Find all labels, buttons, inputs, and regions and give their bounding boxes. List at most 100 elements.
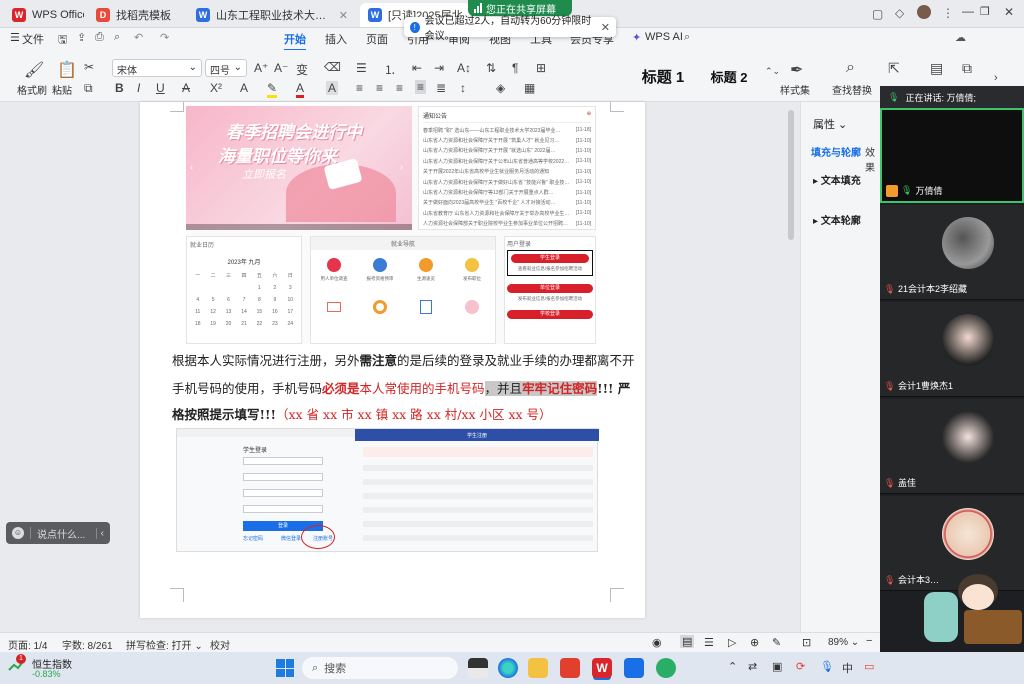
tab-docer-templates[interactable]: D 找稻壳模板	[88, 3, 184, 27]
restore-icon[interactable]: ❐	[980, 5, 990, 18]
find-replace-button[interactable]: 查找替换	[832, 82, 872, 97]
style-heading-2[interactable]: 标题 2	[700, 60, 758, 92]
phonetic-icon[interactable]: 变	[296, 61, 308, 78]
zoom-out-icon[interactable]: −	[866, 635, 872, 647]
taskbar-search[interactable]: ⌕ 搜索	[302, 657, 458, 679]
sort-icon[interactable]: ⇅	[486, 61, 496, 75]
cloud-icon[interactable]: ☁	[955, 31, 966, 44]
windows-start-icon[interactable]	[276, 659, 294, 677]
window-layout-icon[interactable]: ▢	[872, 7, 883, 21]
align-right-icon[interactable]: ≡	[396, 81, 403, 95]
text-outline-section[interactable]: ▸ 文本轮廓	[813, 212, 861, 227]
participant-tile-active[interactable]: 🎙 万倩倩	[880, 108, 1024, 203]
numbering-icon[interactable]: ⒈	[384, 61, 396, 78]
outline-view-icon[interactable]: ☰	[704, 636, 714, 649]
avatar[interactable]	[917, 5, 931, 19]
tencent-meeting-icon[interactable]	[624, 658, 644, 678]
tray-icon-3[interactable]: ⟳	[796, 660, 805, 673]
chat-input[interactable]: ☺ 说点什么... ‹	[6, 522, 110, 544]
print-preview-icon[interactable]: ⌕	[114, 31, 120, 44]
style-scroll-icon[interactable]: ⌃⌄	[765, 66, 780, 77]
bullets-icon[interactable]: ☰	[356, 61, 367, 75]
ribbon-more-icon[interactable]: ›	[994, 72, 998, 84]
superscript-icon[interactable]: X²	[210, 81, 222, 95]
font-size-select[interactable]: 四号 ⌄	[205, 59, 247, 77]
bold-icon[interactable]: B	[115, 81, 124, 95]
eye-icon[interactable]: ◉	[652, 636, 662, 649]
clear-format-icon[interactable]: ⌫	[324, 60, 341, 74]
spell-check-toggle[interactable]: 拼写检查: 打开 ⌄	[126, 637, 203, 652]
menu-tab-page[interactable]: 页面	[366, 31, 388, 47]
wechat-icon[interactable]	[656, 658, 676, 678]
play-icon[interactable]: ▷	[728, 636, 736, 649]
tray-icon-4[interactable]: ▭	[864, 660, 874, 673]
file-explorer-icon[interactable]	[528, 658, 548, 678]
text-effect-icon[interactable]: A	[240, 81, 248, 95]
chevron-up-icon[interactable]: ⌃	[728, 660, 737, 673]
hamburger-icon[interactable]: ☰	[10, 31, 20, 44]
participant-tile[interactable]: 🎙 21会计本2李绍藏	[880, 205, 1024, 300]
line-spacing-icon[interactable]: ↕	[460, 81, 466, 95]
font-color-icon[interactable]: A	[296, 81, 305, 98]
grow-font-icon[interactable]: A⁺	[254, 61, 268, 75]
italic-icon[interactable]: I	[137, 81, 140, 95]
page-indicator[interactable]: 页面: 1/4	[8, 637, 47, 652]
app-icon[interactable]	[560, 658, 580, 678]
strikethrough-icon[interactable]: A	[182, 81, 190, 95]
borders-icon[interactable]: ▦	[524, 81, 535, 95]
text-box-icon[interactable]: ▤	[930, 60, 943, 77]
save-icon[interactable]: 🖫	[58, 31, 67, 50]
print-icon[interactable]: ⎙	[95, 31, 104, 44]
word-count[interactable]: 字数: 8/261	[62, 637, 113, 652]
participant-tile[interactable]: 🎙 会计1曹焕杰1	[880, 302, 1024, 397]
close-icon[interactable]: ✕	[601, 21, 610, 34]
highlight-icon[interactable]: ✎	[267, 81, 278, 98]
tab-fill-outline[interactable]: 填充与轮廓	[811, 144, 861, 159]
cube-icon[interactable]: ◇	[895, 6, 904, 20]
stock-widget-icon[interactable]: 1	[8, 654, 26, 674]
tab-document-1[interactable]: W 山东工程职业技术大学关于做好2… ✕	[188, 3, 356, 27]
edge-browser-icon[interactable]	[498, 658, 518, 678]
tab-wps-office[interactable]: W WPS Office	[4, 3, 84, 27]
paragraph-line-1[interactable]: 根据本人实际情况进行注册，另外需注意的是后续的登录及就业手续的办理都离不开	[172, 350, 635, 369]
pen-icon[interactable]: ✎	[772, 636, 781, 649]
align-left-icon[interactable]: ≡	[356, 81, 363, 95]
tray-icon-2[interactable]: ▣	[772, 660, 782, 673]
zoom-level[interactable]: 89% ⌄	[828, 637, 859, 648]
show-marks-icon[interactable]: ¶	[512, 61, 518, 75]
proofread-button[interactable]: 校对	[210, 637, 230, 652]
format-painter-button[interactable]: 格式刷	[17, 82, 47, 97]
shapes-icon[interactable]: ⧉	[962, 60, 972, 77]
format-painter-icon[interactable]: 🖌	[24, 60, 44, 80]
close-icon[interactable]: ✕	[339, 9, 348, 22]
task-view-icon[interactable]	[468, 658, 488, 678]
menu-tab-insert[interactable]: 插入	[325, 31, 347, 47]
ime-icon[interactable]: 中	[842, 660, 853, 676]
menu-file[interactable]: 文件	[22, 31, 44, 47]
search-icon[interactable]: ⌕	[684, 31, 690, 44]
redo-icon[interactable]: ↷	[160, 31, 169, 44]
align-center-icon[interactable]: ≡	[376, 81, 383, 95]
minimize-icon[interactable]: —	[962, 4, 974, 18]
indent-decrease-icon[interactable]: ⇤	[412, 61, 422, 75]
close-window-icon[interactable]: ✕	[1004, 5, 1014, 19]
shrink-font-icon[interactable]: A⁻	[274, 61, 288, 75]
tray-icon-1[interactable]: ⇄	[748, 660, 757, 673]
chevron-left-icon[interactable]: ‹	[95, 527, 104, 539]
participant-tile[interactable]: 🎙 盖佳	[880, 399, 1024, 494]
style-heading-1[interactable]: 标题 1	[630, 60, 696, 92]
text-fill-section[interactable]: ▸ 文本填充	[813, 172, 861, 187]
text-direction-icon[interactable]: A↕	[457, 61, 471, 75]
cut-icon[interactable]: ✂	[84, 60, 94, 74]
find-icon[interactable]: ⌕	[846, 59, 855, 77]
web-view-icon[interactable]: ⊕	[750, 636, 759, 649]
wps-office-icon[interactable]: W	[592, 658, 612, 678]
paragraph-line-3[interactable]: 格按照提示填写!!!（xx 省 xx 市 xx 镇 xx 路 xx 村/xx 小…	[172, 404, 552, 423]
menu-wps-ai[interactable]: WPS AI	[645, 31, 683, 43]
microphone-icon[interactable]: 🎙	[820, 660, 834, 673]
style-set-icon[interactable]: ✒	[790, 60, 803, 80]
char-shading-icon[interactable]: A	[326, 81, 339, 95]
copy-icon[interactable]: ⧉	[84, 81, 93, 96]
font-name-select[interactable]: 宋体 ⌄	[112, 59, 202, 77]
shading-icon[interactable]: ◈	[496, 81, 505, 95]
